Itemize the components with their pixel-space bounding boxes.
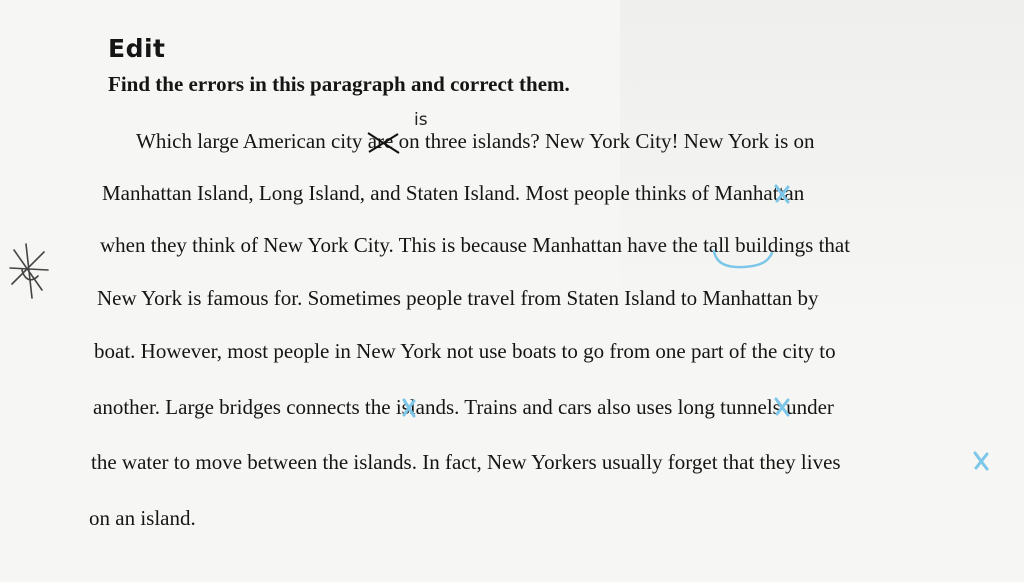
ink-underline-have xyxy=(712,249,774,269)
section-heading: Edit xyxy=(108,34,166,63)
ink-strike-lives xyxy=(973,451,989,471)
handwritten-correction: is xyxy=(414,110,428,130)
ink-strike-uses xyxy=(774,397,790,417)
ink-strike-thinks xyxy=(774,184,790,204)
bleed-through-shadow xyxy=(620,0,1024,330)
paragraph-line-4: New York is famous for. Sometimes people… xyxy=(97,286,819,310)
paragraph-line-8: on an island. xyxy=(89,506,196,530)
paragraph-line-5: boat. However, most people in New York n… xyxy=(94,339,836,363)
instruction-text: Find the errors in this paragraph and co… xyxy=(108,72,570,96)
paragraph-line-6: another. Large bridges connects the isla… xyxy=(93,395,834,419)
worksheet-page: Edit Find the errors in this paragraph a… xyxy=(0,0,1024,582)
star-doodle-icon xyxy=(9,243,49,299)
paragraph-line-7: the water to move between the islands. I… xyxy=(91,450,841,474)
cross-out-mark xyxy=(367,132,400,154)
line-1-start: Which large American city xyxy=(136,129,368,153)
paragraph-line-2: Manhattan Island, Long Island, and State… xyxy=(102,181,805,205)
paragraph-line-1: Which large American city are on three i… xyxy=(136,129,815,154)
line-1-end: on three islands? New York City! New Yor… xyxy=(393,129,815,153)
ink-strike-connects xyxy=(402,398,416,418)
struck-word: are xyxy=(367,129,400,154)
